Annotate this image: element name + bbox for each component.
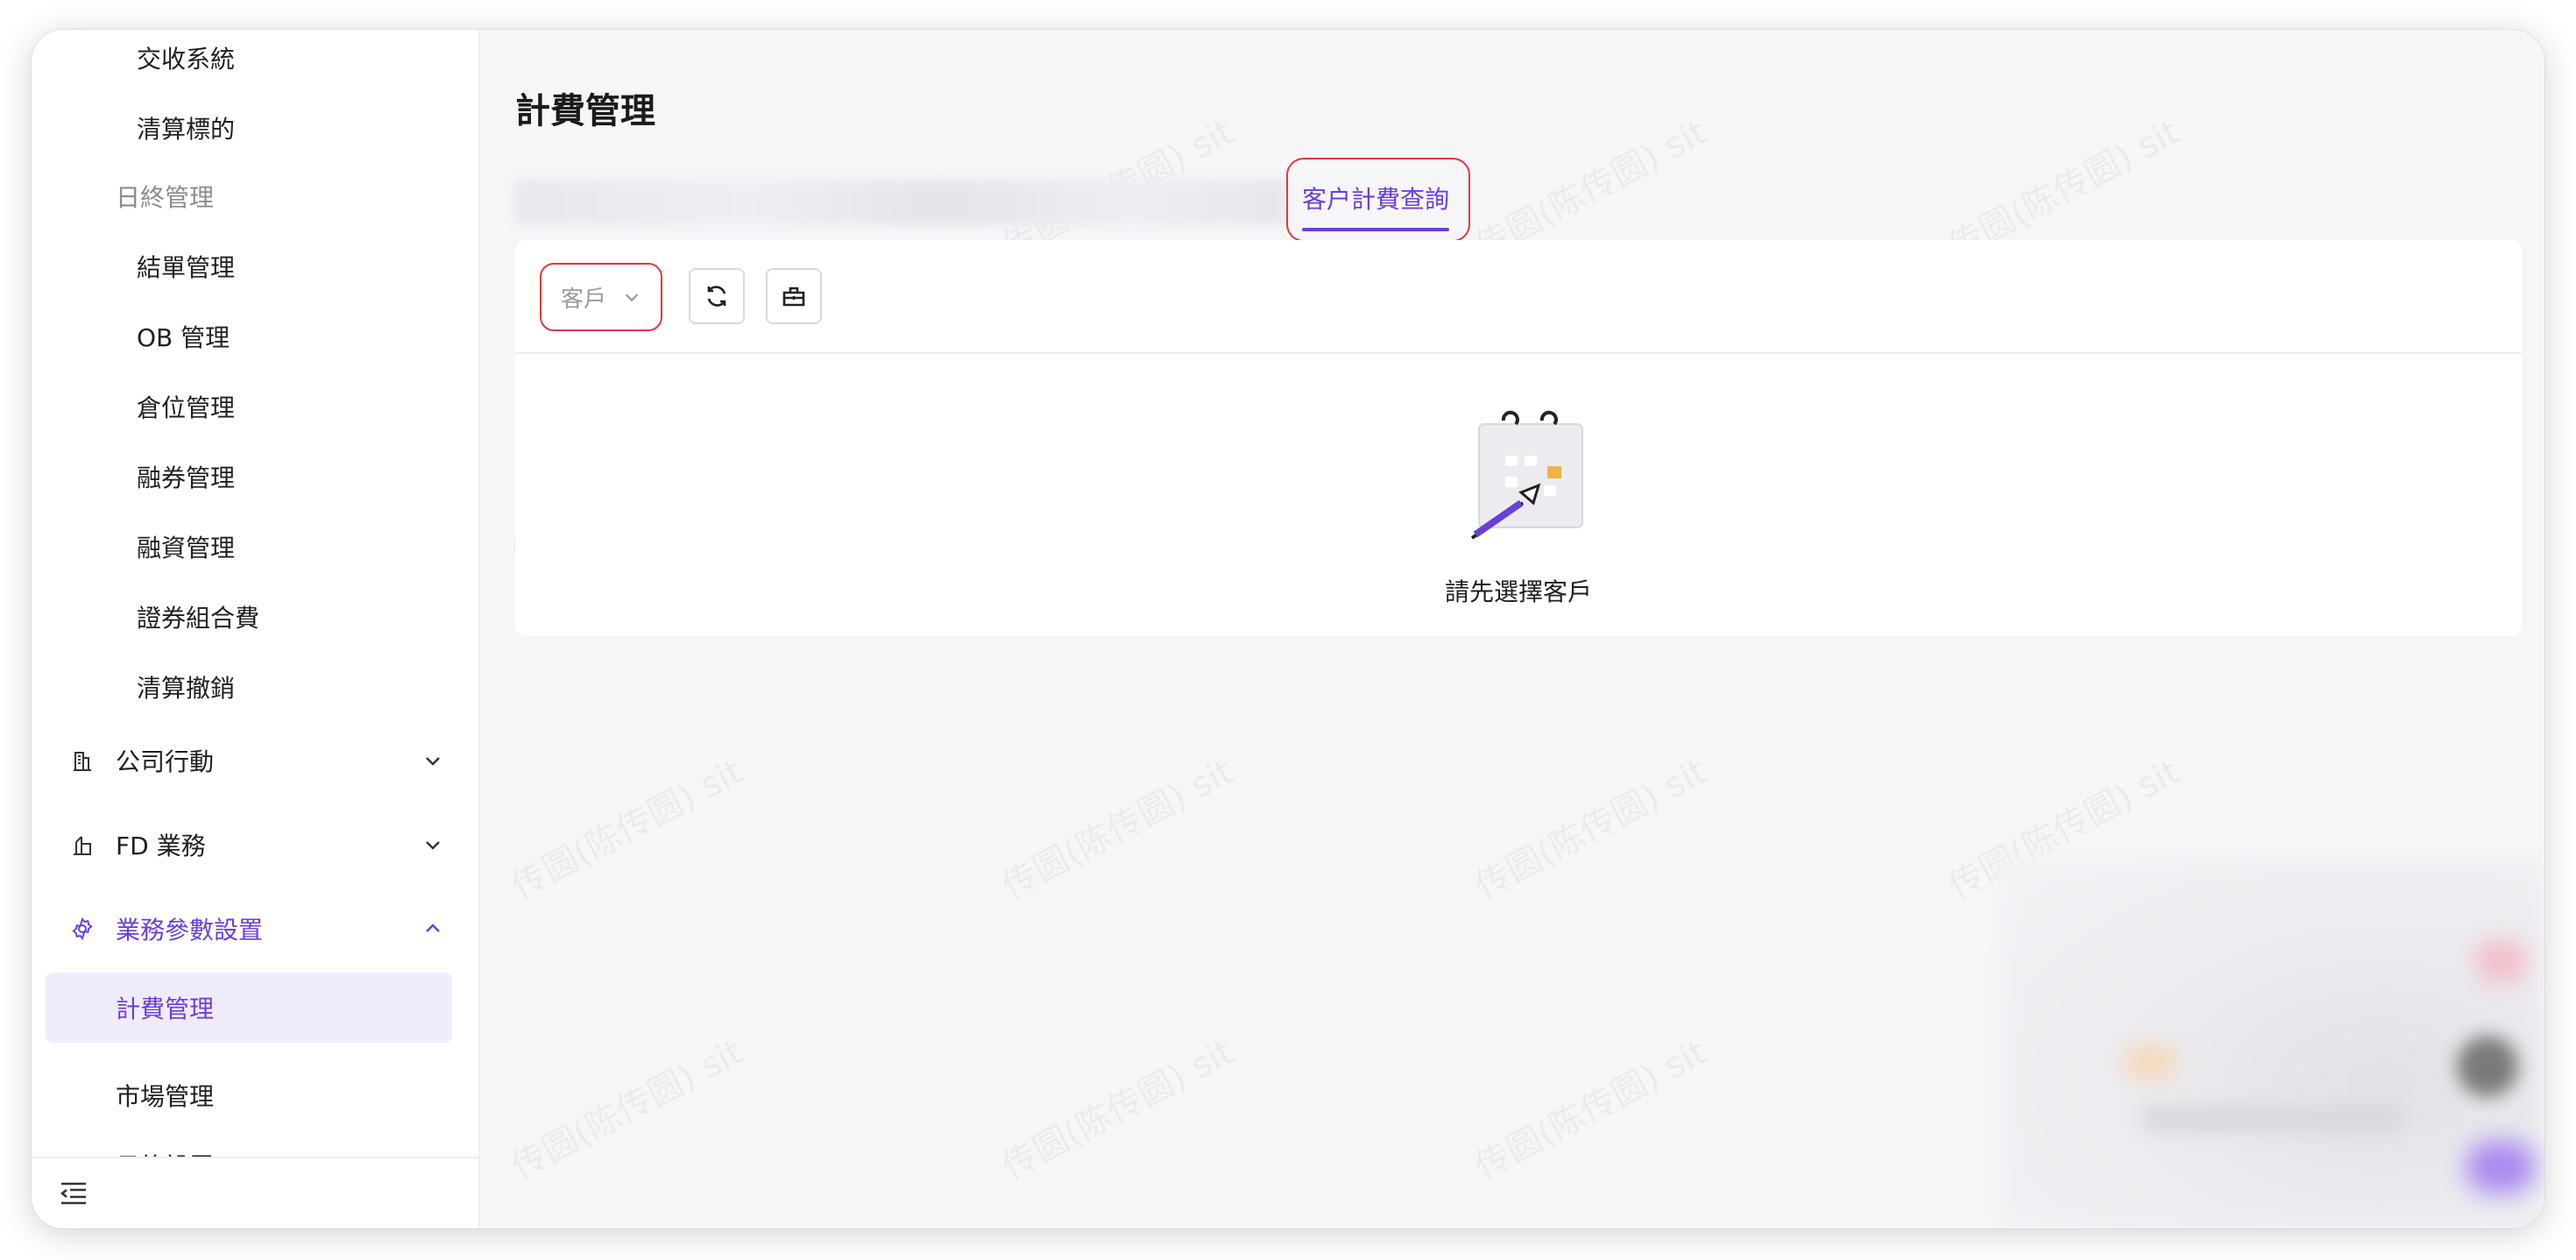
- query-panel: 客戶 請先選擇客戶: [515, 240, 2522, 636]
- toolbar: 客戶: [515, 240, 2522, 354]
- watermark-text: 传圆(陈传圆) sit: [1464, 1024, 1714, 1189]
- sidebar-group-label: 業務參數設置: [116, 916, 264, 945]
- watermark-text: 传圆(陈传圆) sit: [991, 744, 1241, 909]
- page-title: 計費管理: [515, 91, 655, 131]
- sidebar-item-position[interactable]: 倉位管理: [137, 389, 235, 424]
- blurred-element: [2141, 1106, 2404, 1132]
- blurred-element: [2457, 1036, 2518, 1097]
- sidebar-item-billing-management[interactable]: 計費管理: [46, 973, 452, 1043]
- customer-select[interactable]: 客戶: [548, 272, 654, 322]
- tab-active-indicator: [1302, 228, 1449, 231]
- sidebar-item-statement[interactable]: 結單管理: [137, 249, 235, 284]
- watermark-text: 传圆(陈传圆) sit: [500, 744, 750, 909]
- settings-icon: [70, 917, 95, 941]
- highlight-box: 客戶: [540, 263, 662, 331]
- watermark-text: 传圆(陈传圆) sit: [500, 1024, 750, 1189]
- export-button[interactable]: [766, 268, 822, 324]
- tab-bar: 客户計費查詢: [515, 158, 2520, 247]
- blurred-overlay: [2001, 860, 2544, 1228]
- customer-select-placeholder: 客戶: [561, 286, 607, 313]
- refresh-button[interactable]: [689, 268, 745, 324]
- select-customer-illustration-icon: [1470, 410, 1583, 540]
- chevron-down-icon: [625, 294, 639, 302]
- main-content: 传圆(陈传圆) sit 传圆(陈传圆) sit 传圆(陈传圆) sit 传圆(陈…: [480, 30, 2544, 1228]
- sidebar: 交收系統 清算標的 日終管理 結單管理 OB 管理 倉位管理 融券管理 融資管理…: [32, 30, 480, 1228]
- sidebar-footer: [32, 1157, 478, 1228]
- bank-icon: [70, 832, 95, 857]
- briefcase-icon: [782, 287, 805, 307]
- sidebar-item-market-management[interactable]: 市場管理: [116, 1078, 214, 1113]
- sidebar-item-securities-lending[interactable]: 融券管理: [137, 459, 235, 494]
- empty-state-text: 請先選擇客戶: [1444, 577, 1592, 606]
- chevron-up-icon: [426, 924, 440, 932]
- blurred-element: [2466, 1141, 2536, 1193]
- chevron-down-icon: [426, 757, 440, 766]
- sidebar-group-corporate-action[interactable]: 公司行動: [70, 736, 456, 785]
- sidebar-item-portfolio-fee[interactable]: 證券組合費: [137, 599, 259, 634]
- sidebar-item-clearing-cancel[interactable]: 清算撤銷: [137, 669, 235, 704]
- sidebar-item-settlement-system[interactable]: 交收系統: [137, 40, 235, 75]
- tab-customer-billing-query[interactable]: 客户計費查詢: [1286, 158, 1470, 242]
- blurred-element: [2474, 939, 2527, 983]
- watermark-text: 传圆(陈传圆) sit: [1464, 744, 1714, 909]
- sidebar-group-label: 公司行動: [116, 747, 215, 776]
- chevron-down-icon: [426, 841, 440, 850]
- tab-label: 客户計費查詢: [1302, 185, 1450, 214]
- sidebar-group-business-params[interactable]: 業務參數設置: [70, 904, 456, 953]
- sidebar-group-label: FD 業務: [116, 832, 206, 860]
- sidebar-item-ob[interactable]: OB 管理: [137, 319, 230, 354]
- blurred-element: [2124, 1044, 2176, 1079]
- watermark-text: 传圆(陈传圆) sit: [991, 1024, 1241, 1189]
- sidebar-item-margin-financing[interactable]: 融資管理: [137, 529, 235, 564]
- menu-collapse-icon[interactable]: [58, 1178, 89, 1209]
- building-icon: [70, 748, 95, 773]
- blurred-tabs: [515, 181, 1286, 224]
- app-window: 交收系統 清算標的 日終管理 結單管理 OB 管理 倉位管理 融券管理 融資管理…: [32, 30, 2544, 1228]
- refresh-icon: [707, 286, 726, 307]
- sidebar-group-fd-business[interactable]: FD 業務: [70, 820, 456, 869]
- sidebar-item-clearing-target[interactable]: 清算標的: [137, 110, 235, 145]
- sidebar-group-eod: 日終管理: [116, 183, 215, 212]
